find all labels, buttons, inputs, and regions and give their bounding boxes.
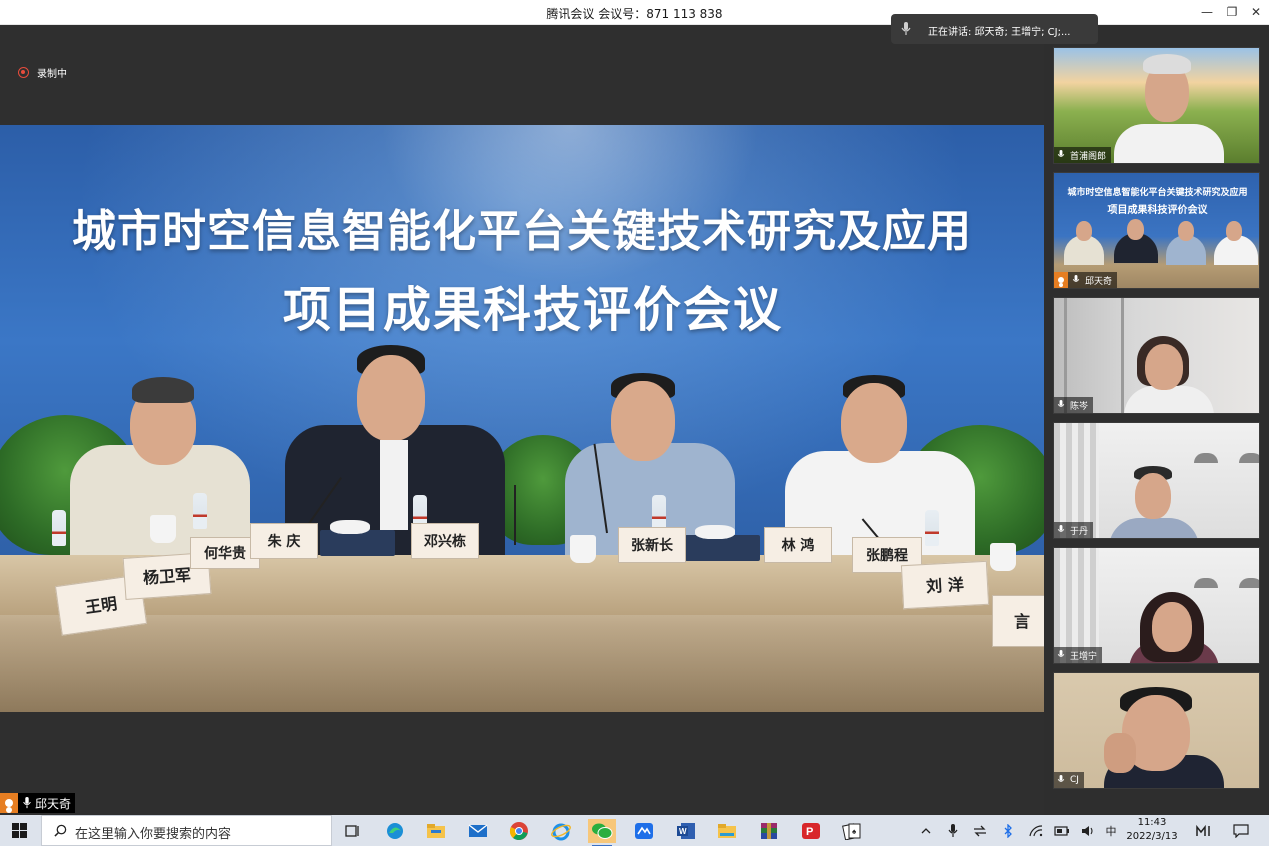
bluetooth-icon[interactable]	[1000, 823, 1016, 839]
word-icon[interactable]: W	[672, 819, 700, 843]
slide-line-1: 城市时空信息智能化平台关键技术研究及应用	[1067, 188, 1248, 198]
cup	[990, 543, 1016, 571]
microphone	[514, 485, 516, 545]
clock-time: 11:43	[1137, 817, 1167, 828]
tencent-meeting-icon[interactable]	[630, 819, 658, 843]
nameplate: 朱 庆	[250, 523, 318, 559]
participant-tile[interactable]: 城市时空信息智能化平台关键技术研究及应用 项目成果科技评价会议 邱天奇	[1053, 172, 1260, 289]
restore-button[interactable]: ❐	[1222, 3, 1242, 21]
minimize-button[interactable]: —	[1197, 3, 1217, 21]
host-icon	[0, 793, 18, 813]
clock-date: 2022/3/13	[1126, 831, 1178, 842]
nameplate: 林 鸿	[764, 527, 832, 563]
mic-icon	[1057, 775, 1065, 782]
water-bottle	[193, 493, 207, 529]
task-view-icon[interactable]	[338, 819, 366, 843]
taskbar-clock[interactable]: 11:43 2022/3/13	[1121, 816, 1183, 844]
speaking-text: 正在讲话: 邱天奇; 王增宁; CJ;...	[928, 27, 1071, 38]
svg-text:W: W	[679, 827, 687, 836]
mic-icon	[1057, 525, 1065, 532]
slide-line-2: 项目成果科技评价会议	[1107, 205, 1208, 216]
nameplate: 邓兴栋	[411, 523, 479, 559]
nameplate: 言	[992, 595, 1044, 647]
participant-tile[interactable]: 陈岑	[1053, 297, 1260, 414]
wechat-icon[interactable]	[588, 819, 616, 846]
mic-icon	[23, 797, 31, 809]
ime-indicator[interactable]: 中	[1103, 823, 1119, 839]
mic-tray-icon[interactable]	[945, 823, 961, 839]
mic-icon	[1057, 400, 1065, 407]
banner-line-1: 城市时空信息智能化平台关键技术研究及应用	[72, 206, 972, 257]
chrome-icon[interactable]	[505, 819, 533, 843]
windows-start-icon[interactable]	[12, 823, 28, 839]
participant-name: 陈岑	[1070, 401, 1089, 412]
water-bottle	[925, 510, 939, 546]
recording-indicator[interactable]: 录制中	[18, 65, 67, 80]
main-video[interactable]: 城市时空信息智能化平台关键技术研究及应用 项目成果科技评价会议 王明 杨卫军 何…	[0, 125, 1044, 712]
search-placeholder: 在这里输入你要搜索的内容	[75, 827, 232, 842]
cards-icon[interactable]: ♠	[838, 819, 866, 843]
participant-name: 首浦阁郎	[1070, 151, 1107, 162]
cup	[150, 515, 176, 543]
participant-tile[interactable]: 王增宁	[1053, 547, 1260, 664]
chevron-up-icon[interactable]	[918, 823, 934, 839]
mic-icon	[1057, 150, 1065, 157]
cup	[570, 535, 596, 563]
mail-icon[interactable]	[464, 819, 492, 843]
close-button[interactable]: ✕	[1246, 3, 1266, 21]
sync-icon[interactable]	[972, 823, 988, 839]
participant-tile[interactable]: 于丹	[1053, 422, 1260, 539]
tissue-box	[320, 520, 395, 556]
taskbar: 在这里输入你要搜索的内容 W P ♠ 中 11:43 2022/3/13	[0, 815, 1269, 846]
water-bottle	[652, 495, 666, 531]
meet-now-icon[interactable]	[1194, 823, 1214, 839]
participant-tile[interactable]: CJ	[1053, 672, 1260, 789]
wps-icon[interactable]: P	[797, 819, 825, 843]
speaker-name: 邱天奇	[35, 796, 72, 811]
ie-icon[interactable]	[547, 819, 575, 843]
tissue-box	[685, 525, 760, 561]
recording-label: 录制中	[37, 69, 67, 80]
folder-icon[interactable]	[713, 819, 741, 843]
record-icon	[18, 67, 29, 78]
participant-name: 王增宁	[1070, 651, 1098, 662]
nameplate: 张新长	[618, 527, 686, 563]
file-explorer-icon[interactable]	[422, 819, 450, 843]
notification-icon[interactable]	[1232, 823, 1250, 839]
volume-icon[interactable]	[1080, 823, 1096, 839]
participant-tile[interactable]: 首浦阁郎	[1053, 47, 1260, 164]
mic-icon	[901, 22, 911, 35]
winrar-icon[interactable]	[755, 819, 783, 843]
speaking-indicator: 正在讲话: 邱天奇; 王增宁; CJ;...	[891, 14, 1098, 44]
participant-name: 于丹	[1070, 526, 1089, 537]
battery-icon[interactable]	[1053, 823, 1071, 839]
taskbar-search[interactable]: 在这里输入你要搜索的内容	[41, 815, 332, 846]
participant-name: CJ	[1070, 775, 1079, 785]
edge-icon[interactable]	[381, 819, 409, 843]
search-icon	[54, 824, 67, 837]
mic-icon	[1057, 650, 1065, 657]
participant-name: 邱天奇	[1085, 276, 1113, 287]
water-bottle	[52, 510, 66, 546]
svg-text:P: P	[806, 826, 813, 838]
host-icon	[1054, 272, 1068, 288]
nameplate: 刘 洋	[900, 560, 990, 610]
active-speaker-tag: 邱天奇	[0, 793, 76, 813]
wifi-icon[interactable]	[1028, 823, 1044, 839]
banner-line-2: 项目成果科技评价会议	[282, 282, 783, 338]
participant-sidebar: 首浦阁郎 城市时空信息智能化平台关键技术研究及应用 项目成果科技评价会议 邱天奇…	[1044, 44, 1269, 815]
mic-icon	[1072, 275, 1080, 282]
main-stage: 录制中 城市时空信息智能化平台关键技术研究及应用 项目成果科技评价会议 王明 杨…	[0, 25, 1044, 815]
